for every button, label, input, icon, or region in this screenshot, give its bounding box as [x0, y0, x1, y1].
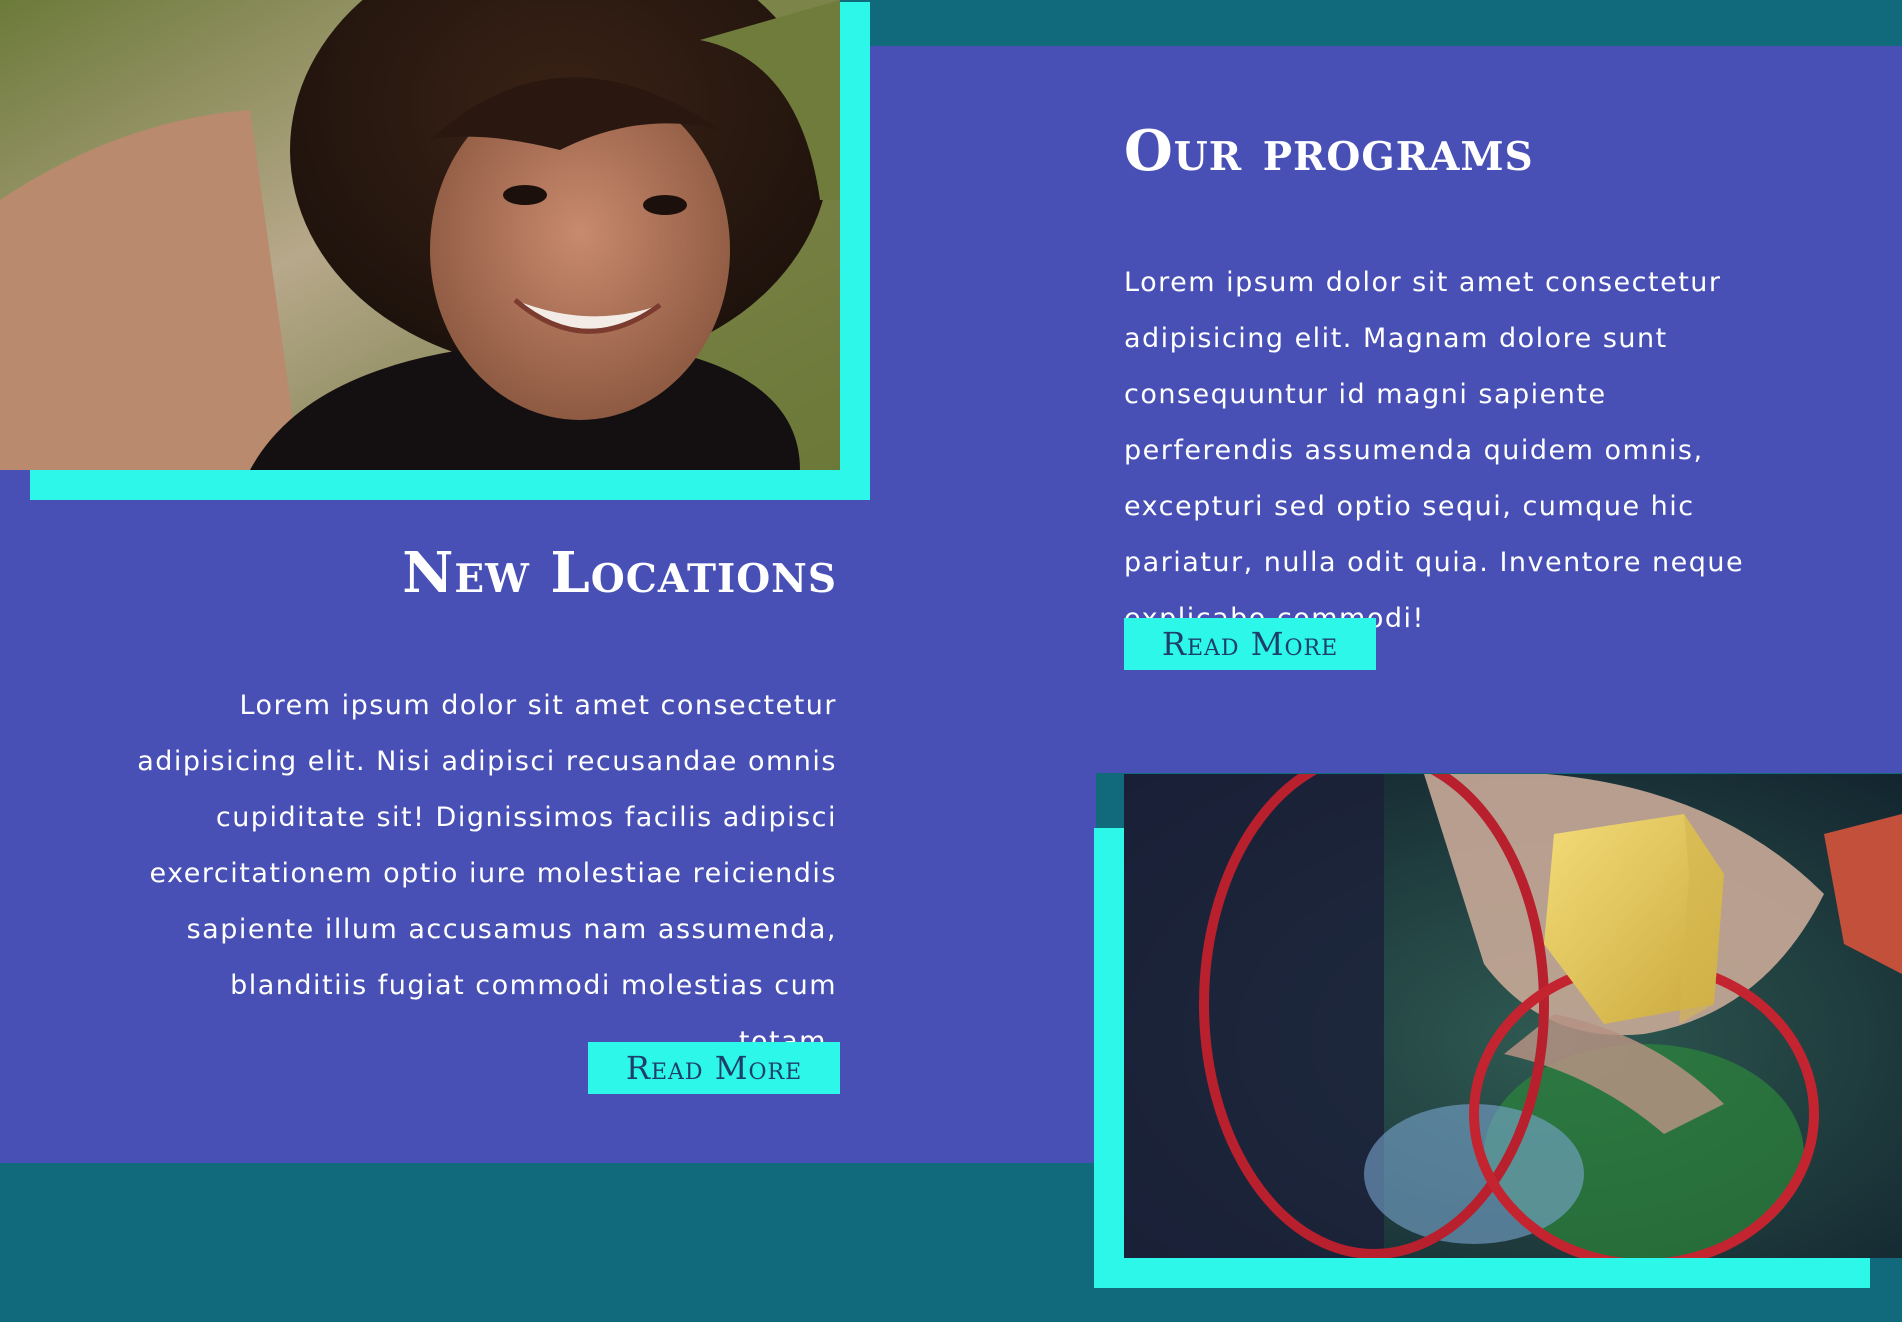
new-locations-title: New Locations	[402, 540, 837, 606]
new-locations-read-more-button[interactable]: Read More	[588, 1042, 840, 1094]
child-photo	[0, 0, 840, 470]
our-programs-title: Our programs	[1124, 118, 1534, 184]
child-photo-image	[0, 0, 840, 470]
toy-photo	[1124, 774, 1902, 1258]
new-locations-body: Lorem ipsum dolor sit amet consectetur a…	[137, 690, 837, 1057]
our-programs-body: Lorem ipsum dolor sit amet consectetur a…	[1124, 267, 1745, 634]
page: New Locations Lorem ipsum dolor sit amet…	[0, 0, 1902, 1322]
toy-photo-image	[1124, 774, 1902, 1258]
our-programs-read-more-button[interactable]: Read More	[1124, 618, 1376, 670]
